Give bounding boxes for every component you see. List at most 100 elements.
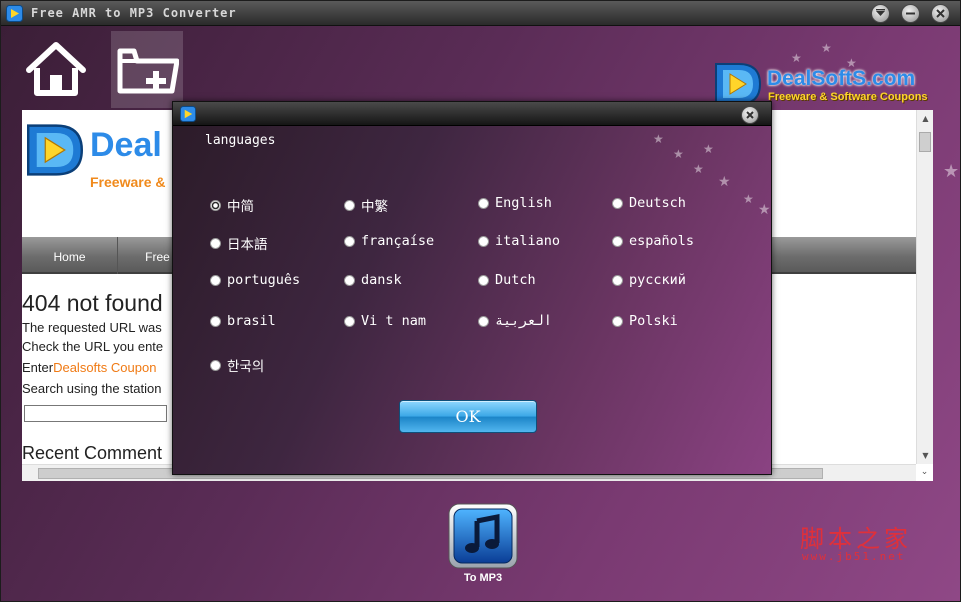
error-heading: 404 not found	[22, 290, 163, 316]
close-icon	[936, 9, 945, 18]
watermark-url: www.jb51.net	[802, 550, 906, 563]
radio-button[interactable]	[478, 274, 489, 286]
language-option[interactable]: françaíse	[344, 233, 434, 249]
language-label: Deutsch	[629, 195, 686, 211]
home-icon	[26, 42, 86, 96]
radio-button[interactable]	[612, 197, 623, 209]
decor-star: ★	[653, 132, 664, 146]
language-label: Polski	[629, 313, 678, 329]
app-window: Free AMR to MP3 Converter ★ ★ ★ ★ DealSo…	[0, 0, 961, 602]
error-text-line: Check the URL you ente	[22, 339, 164, 354]
language-option[interactable]: dansk	[344, 272, 402, 288]
language-option[interactable]: Dutch	[478, 272, 536, 288]
language-option[interactable]: 中繁	[344, 195, 388, 215]
title-bar: Free AMR to MP3 Converter	[1, 1, 960, 26]
search-hint: Search using the station	[22, 381, 162, 396]
radio-button[interactable]	[344, 235, 355, 247]
scroll-down-icon[interactable]: ▼	[917, 447, 933, 464]
web-logo-text: Deal	[90, 126, 162, 164]
language-label: dansk	[361, 272, 402, 288]
language-label: English	[495, 195, 552, 211]
radio-button[interactable]	[210, 315, 221, 327]
decor-star: ★	[943, 161, 960, 182]
home-button[interactable]	[23, 37, 89, 103]
language-option[interactable]: العربية	[478, 313, 552, 329]
radio-button[interactable]	[612, 315, 623, 327]
vertical-scrollbar[interactable]: ▲ ▼	[916, 110, 933, 464]
radio-button[interactable]	[478, 315, 489, 327]
language-option[interactable]: italiano	[478, 233, 560, 249]
language-option[interactable]: 中简	[210, 195, 254, 215]
dialog-title-bar	[173, 102, 771, 126]
language-label: 日本語	[227, 237, 268, 253]
language-option[interactable]: Vi t nam	[344, 313, 426, 329]
nav-home[interactable]: Home	[22, 237, 118, 274]
folder-add-icon	[117, 48, 179, 94]
dialog-close-button[interactable]	[741, 106, 759, 124]
web-search-input[interactable]	[24, 405, 167, 422]
radio-button[interactable]	[344, 199, 355, 211]
brand-name: DealSoftS.com	[767, 67, 916, 90]
radio-button[interactable]	[344, 315, 355, 327]
language-label: 한국의	[227, 359, 265, 375]
watermark-text: 脚本之家	[800, 525, 912, 553]
language-option[interactable]: português	[210, 272, 300, 288]
decor-star: ★	[673, 147, 684, 161]
language-label: Dutch	[495, 272, 536, 288]
radio-button[interactable]	[210, 274, 221, 286]
radio-button[interactable]	[478, 197, 489, 209]
dealsofts-logo-icon	[27, 124, 84, 176]
language-option[interactable]: 한국의	[210, 355, 264, 375]
music-note-icon	[448, 503, 518, 569]
menu-button[interactable]	[871, 4, 890, 23]
radio-button[interactable]	[210, 359, 221, 371]
language-option[interactable]: brasil	[210, 313, 276, 329]
minimize-icon	[906, 12, 915, 15]
decor-star: ★	[758, 202, 771, 218]
scroll-thumb[interactable]	[919, 132, 931, 152]
close-button[interactable]	[931, 4, 950, 23]
convert-label: To MP3	[463, 572, 503, 584]
dialog-heading: languages	[205, 133, 276, 148]
language-label: Vi t nam	[361, 313, 427, 329]
error-text-line: The requested URL was	[22, 320, 162, 335]
language-option[interactable]: русский	[612, 272, 686, 288]
decor-star: ★	[718, 174, 731, 190]
radio-button[interactable]	[612, 235, 623, 247]
window-title: Free AMR to MP3 Converter	[31, 6, 237, 20]
language-option[interactable]: Deutsch	[612, 195, 686, 211]
language-label: русский	[629, 272, 686, 288]
language-label: 中简	[227, 199, 254, 215]
brand-tagline: Freeware & Software Coupons	[768, 91, 928, 103]
chevron-down-icon	[876, 9, 885, 16]
minimize-button[interactable]	[901, 4, 920, 23]
language-dialog: ★ ★ ★ ★ ★ ★ ★ languages 中简 中繁 English Deuts…	[172, 101, 772, 475]
decor-star: ★	[821, 41, 832, 55]
language-label: brasil	[227, 313, 276, 329]
app-logo-icon	[180, 106, 196, 122]
ok-button[interactable]: OK	[399, 400, 537, 433]
radio-button[interactable]	[210, 199, 221, 211]
close-icon	[746, 111, 754, 119]
convert-to-mp3-button[interactable]	[448, 503, 518, 569]
enter-prefix: Enter	[22, 360, 54, 375]
web-logo-tagline: Freeware &	[90, 174, 166, 190]
add-files-button[interactable]	[111, 31, 183, 108]
decor-star: ★	[693, 162, 704, 176]
app-logo-icon	[6, 5, 23, 22]
language-label: العربية	[495, 313, 552, 329]
language-label: españols	[629, 233, 695, 249]
radio-button[interactable]	[612, 274, 623, 286]
scroll-up-icon[interactable]: ▲	[917, 110, 933, 127]
language-option[interactable]: English	[478, 195, 552, 211]
language-option[interactable]: Polski	[612, 313, 678, 329]
language-label: italiano	[495, 233, 561, 249]
radio-button[interactable]	[210, 237, 221, 249]
coupon-link[interactable]: Dealsofts Coupon	[53, 360, 156, 375]
radio-button[interactable]	[478, 235, 489, 247]
language-option[interactable]: españols	[612, 233, 694, 249]
web-logo: Deal Freeware &	[24, 122, 165, 190]
recent-comments-heading: Recent Comment	[22, 443, 163, 463]
radio-button[interactable]	[344, 274, 355, 286]
language-option[interactable]: 日本語	[210, 233, 268, 253]
